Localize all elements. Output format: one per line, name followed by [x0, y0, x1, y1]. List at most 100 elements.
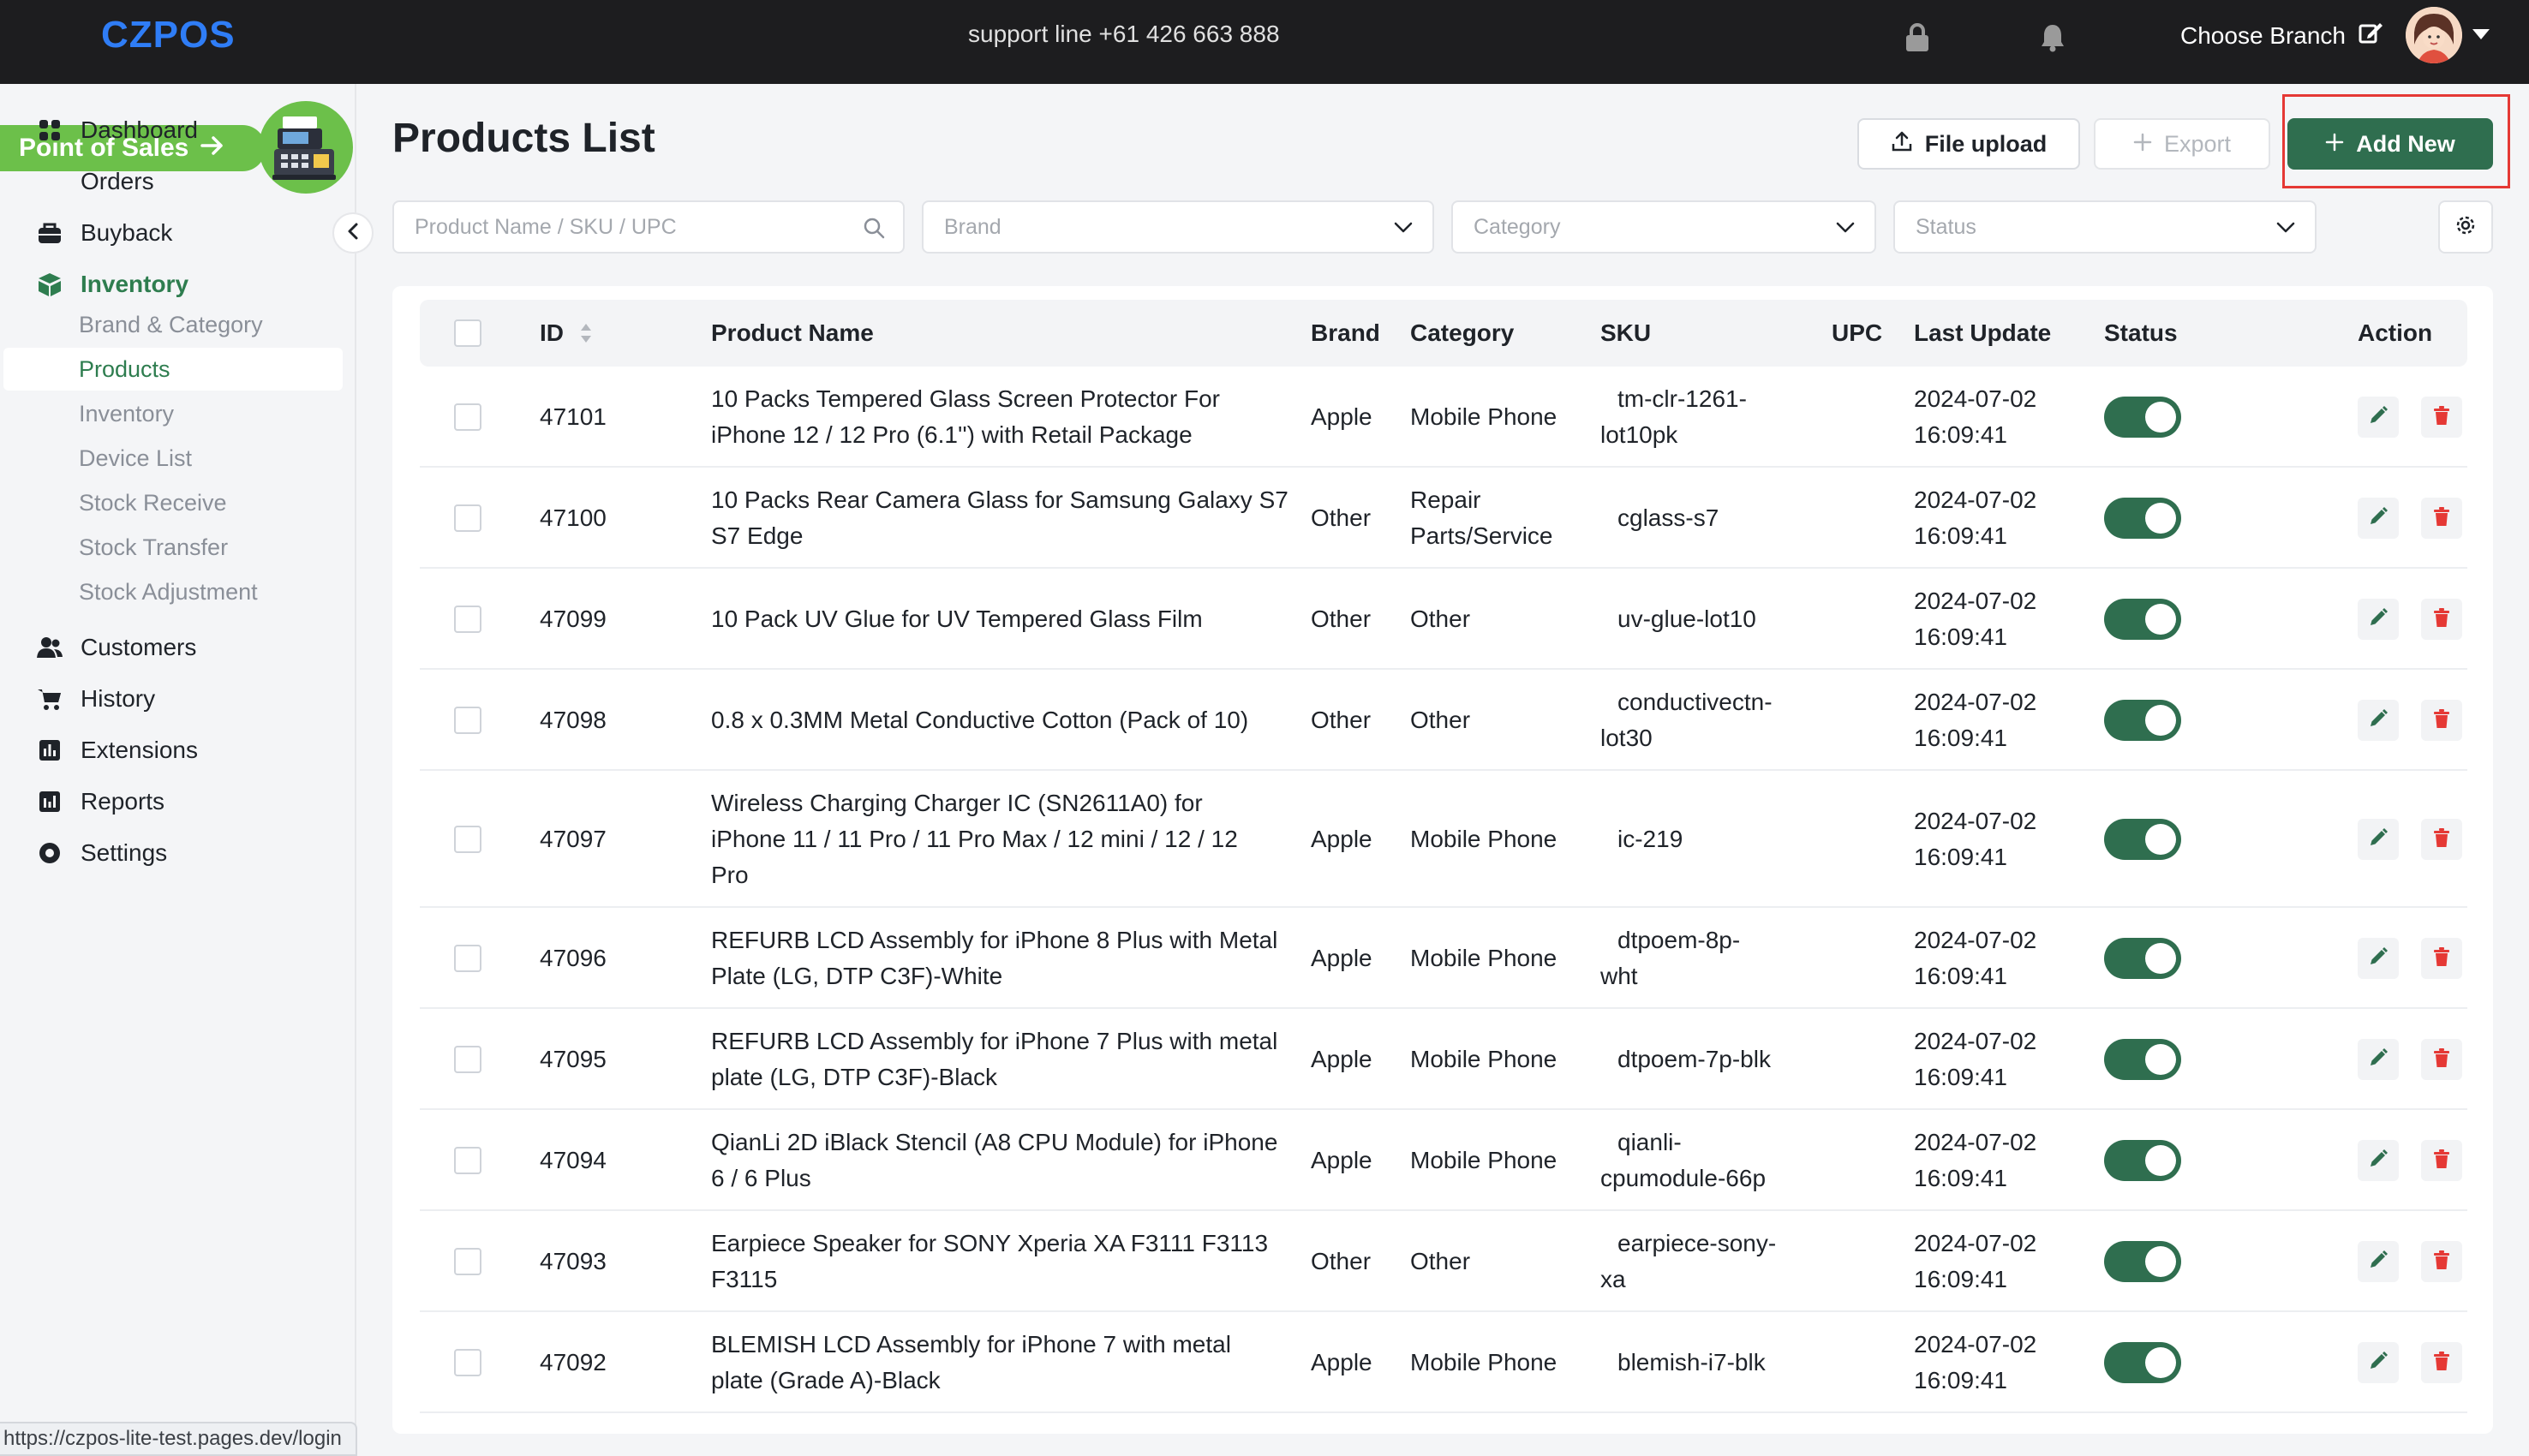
collapse-sidebar-button[interactable] — [332, 212, 374, 254]
edit-button[interactable] — [2358, 397, 2399, 438]
sidebar-item-inventory[interactable]: Inventory — [0, 262, 356, 307]
cell-product-name[interactable]: 0.8 x 0.3MM Metal Conductive Cotton (Pac… — [711, 702, 1302, 738]
status-toggle[interactable] — [2104, 1342, 2181, 1383]
sidebar-item-customers[interactable]: Customers — [0, 625, 356, 670]
app-logo[interactable]: CZPOS — [101, 14, 236, 57]
table-row: 47094 QianLi 2D iBlack Stencil (A8 CPU Mo… — [420, 1110, 2467, 1211]
row-checkbox[interactable] — [454, 826, 481, 853]
sidebar-item-history[interactable]: History — [0, 677, 356, 721]
sidebar-subitem-stock-adjustment[interactable]: Stock Adjustment — [3, 570, 343, 613]
delete-button[interactable] — [2421, 397, 2462, 438]
status-toggle[interactable] — [2104, 1039, 2181, 1080]
edit-button[interactable] — [2358, 1140, 2399, 1181]
cell-line: Other — [1410, 606, 1471, 632]
cell-time: 16:09:41 — [1914, 522, 2007, 549]
edit-button[interactable] — [2358, 1039, 2399, 1080]
delete-button[interactable] — [2421, 938, 2462, 979]
delete-button[interactable] — [2421, 819, 2462, 860]
status-url: https://czpos-lite-test.pages.dev/login — [0, 1422, 357, 1456]
cell-line: cpumodule-66p — [1600, 1165, 1767, 1191]
search-input[interactable]: Product Name / SKU / UPC — [392, 200, 905, 254]
column-settings-button[interactable] — [2438, 200, 2493, 254]
cell-product-name[interactable]: BLEMISH LCD Assembly for iPhone 7 with m… — [711, 1327, 1302, 1399]
edit-button[interactable] — [2358, 1342, 2399, 1383]
cell-line: wht — [1600, 963, 1638, 989]
choose-branch-button[interactable]: Choose Branch — [2180, 20, 2383, 51]
sort-icon[interactable] — [579, 321, 593, 345]
delete-button[interactable] — [2421, 1241, 2462, 1282]
sidebar-item-orders[interactable]: Orders — [0, 159, 356, 204]
sidebar-item-settings[interactable]: Settings — [0, 831, 356, 875]
edit-button[interactable] — [2358, 938, 2399, 979]
delete-button[interactable] — [2421, 599, 2462, 640]
status-toggle[interactable] — [2104, 1241, 2181, 1282]
status-toggle[interactable] — [2104, 397, 2181, 438]
cell-id: 47101 — [540, 403, 607, 430]
edit-button[interactable] — [2358, 498, 2399, 539]
cell-date: 2024-07-02 — [1914, 927, 2037, 953]
brand-select[interactable]: Brand — [922, 200, 1434, 254]
status-toggle[interactable] — [2104, 938, 2181, 979]
cell-product-name[interactable]: QianLi 2D iBlack Stencil (A8 CPU Module)… — [711, 1125, 1302, 1196]
row-checkbox[interactable] — [454, 403, 481, 431]
row-checkbox[interactable] — [454, 707, 481, 734]
sidebar-subitem-inventory[interactable]: Inventory — [3, 392, 343, 435]
status-toggle[interactable] — [2104, 498, 2181, 539]
avatar[interactable] — [2406, 7, 2462, 63]
cell-product-name[interactable]: 10 Packs Tempered Glass Screen Protector… — [711, 381, 1302, 453]
row-checkbox[interactable] — [454, 1349, 481, 1376]
sidebar-subitem-products[interactable]: Products — [3, 348, 343, 391]
sidebar-subitem-device-list[interactable]: Device List — [3, 437, 343, 480]
cell-sku: tm-clr-1261- lot10pk — [1600, 381, 1806, 453]
cell-category: Mobile Phone — [1410, 1345, 1590, 1381]
status-toggle[interactable] — [2104, 819, 2181, 860]
edit-button[interactable] — [2358, 700, 2399, 741]
status-toggle[interactable] — [2104, 700, 2181, 741]
row-checkbox[interactable] — [454, 504, 481, 532]
lock-icon[interactable] — [1900, 21, 1934, 55]
sidebar-item-dashboard[interactable]: Dashboard — [0, 108, 356, 152]
row-checkbox[interactable] — [454, 1147, 481, 1174]
sidebar-item-buyback[interactable]: Buyback — [0, 211, 356, 255]
edit-button[interactable] — [2358, 599, 2399, 640]
file-upload-button[interactable]: File upload — [1857, 118, 2080, 170]
row-checkbox[interactable] — [454, 606, 481, 633]
edit-button[interactable] — [2358, 1241, 2399, 1282]
sidebar-subitem-stock-receive[interactable]: Stock Receive — [3, 481, 343, 524]
cell-product-name[interactable]: 10 Pack UV Glue for UV Tempered Glass Fi… — [711, 601, 1302, 637]
chevron-down-icon[interactable] — [2472, 29, 2490, 39]
cell-product-name[interactable]: 10 Packs Rear Camera Glass for Samsung G… — [711, 482, 1302, 554]
status-toggle[interactable] — [2104, 599, 2181, 640]
cell-brand: Apple — [1311, 945, 1372, 971]
cell-product-name[interactable]: REFURB LCD Assembly for iPhone 8 Plus wi… — [711, 922, 1302, 994]
delete-button[interactable] — [2421, 1342, 2462, 1383]
cell-product-name[interactable]: Earpiece Speaker for SONY Xperia XA F311… — [711, 1226, 1302, 1298]
status-select[interactable]: Status — [1893, 200, 2317, 254]
row-checkbox[interactable] — [454, 1046, 481, 1073]
select-all-checkbox[interactable] — [454, 319, 481, 347]
delete-button[interactable] — [2421, 498, 2462, 539]
search-icon — [862, 216, 886, 240]
row-checkbox[interactable] — [454, 945, 481, 972]
delete-button[interactable] — [2421, 1039, 2462, 1080]
delete-button[interactable] — [2421, 700, 2462, 741]
sidebar-item-extensions[interactable]: Extensions — [0, 728, 356, 773]
cell-last-update: 2024-07-02 16:09:41 — [1914, 1327, 2036, 1399]
edit-button[interactable] — [2358, 819, 2399, 860]
header-status: Status — [2104, 319, 2178, 346]
delete-button[interactable] — [2421, 1140, 2462, 1181]
export-button[interactable]: Export — [2094, 118, 2270, 170]
category-select[interactable]: Category — [1451, 200, 1876, 254]
status-toggle[interactable] — [2104, 1140, 2181, 1181]
sidebar-item-reports[interactable]: Reports — [0, 779, 356, 824]
sidebar-subitem-stock-transfer[interactable]: Stock Transfer — [3, 526, 343, 569]
row-checkbox[interactable] — [454, 1248, 481, 1275]
pencil-icon — [2368, 1047, 2388, 1072]
sidebar-subitem-brand-category[interactable]: Brand & Category — [3, 303, 343, 346]
pencil-icon — [2368, 607, 2388, 632]
cell-product-name[interactable]: REFURB LCD Assembly for iPhone 7 Plus wi… — [711, 1023, 1302, 1095]
cell-product-name[interactable]: Wireless Charging Charger IC (SN2611A0) … — [711, 785, 1302, 893]
cell-id: 47097 — [540, 826, 607, 852]
bell-icon[interactable] — [2036, 21, 2070, 55]
header-id[interactable]: ID — [540, 300, 593, 367]
